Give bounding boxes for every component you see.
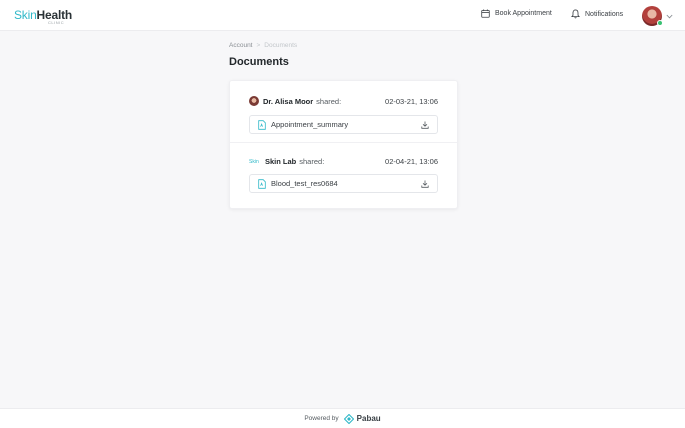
document-icon [258, 119, 266, 130]
share-date: 02-03-21, 13:06 [385, 96, 438, 106]
download-icon [421, 121, 429, 129]
user-menu[interactable] [642, 6, 673, 26]
breadcrumb: Account > Documents [229, 42, 297, 49]
download-button[interactable] [421, 121, 429, 129]
top-bar: SkinHealth CLINIC Book Appointment Notif… [0, 0, 685, 31]
sharer-avatar [249, 96, 259, 106]
share-date: 02-04-21, 13:06 [385, 157, 438, 166]
footer: Powered by Pabau [0, 408, 685, 428]
shared-label: shared: [299, 157, 325, 166]
logo-skin-text: Skin [14, 8, 37, 22]
book-appointment-button[interactable]: Book Appointment [481, 9, 552, 18]
breadcrumb-separator: > [256, 42, 261, 49]
pabau-brand-name: Pabau [356, 414, 381, 423]
chevron-down-icon [666, 14, 673, 18]
pabau-link[interactable]: Pabau [343, 413, 381, 424]
online-status-dot [657, 20, 663, 26]
share-header: Skin Skin Lab shared: 02-04-21, 13:06 [249, 157, 438, 166]
documents-card: Dr. Alisa Moor shared: 02-03-21, 13:06 A… [229, 80, 458, 209]
sharer-name: Dr. Alisa Moor [263, 96, 314, 106]
file-name: Appointment_summary [271, 120, 349, 129]
download-icon [421, 180, 429, 188]
bell-icon [571, 9, 580, 19]
download-button[interactable] [421, 180, 429, 188]
document-icon [258, 178, 266, 189]
breadcrumb-account[interactable]: Account [229, 42, 253, 49]
file-row[interactable]: Blood_test_res0684 [249, 174, 438, 193]
skin-lab-logo: Skin [249, 158, 259, 165]
sharer-name: Skin Lab [265, 157, 297, 166]
book-appointment-label: Book Appointment [495, 10, 552, 17]
share-entry: Dr. Alisa Moor shared: 02-03-21, 13:06 A… [230, 81, 457, 143]
powered-by-label: Powered by [304, 415, 339, 422]
avatar [642, 6, 663, 26]
pabau-logo-icon [343, 413, 354, 424]
file-row[interactable]: Appointment_summary [249, 115, 438, 134]
calendar-icon [481, 9, 490, 18]
notifications-button[interactable]: Notifications [571, 9, 623, 19]
share-header: Dr. Alisa Moor shared: 02-03-21, 13:06 [249, 96, 438, 106]
shared-label: shared: [316, 96, 342, 106]
breadcrumb-current: Documents [264, 42, 298, 49]
skinhealth-logo[interactable]: SkinHealth CLINIC [14, 7, 72, 25]
notifications-label: Notifications [585, 10, 624, 18]
logo-subtitle: CLINIC [48, 20, 65, 25]
page-title: Documents [229, 56, 289, 68]
file-name: Blood_test_res0684 [271, 179, 338, 188]
share-entry: Skin Skin Lab shared: 02-04-21, 13:06 Bl… [230, 143, 457, 209]
